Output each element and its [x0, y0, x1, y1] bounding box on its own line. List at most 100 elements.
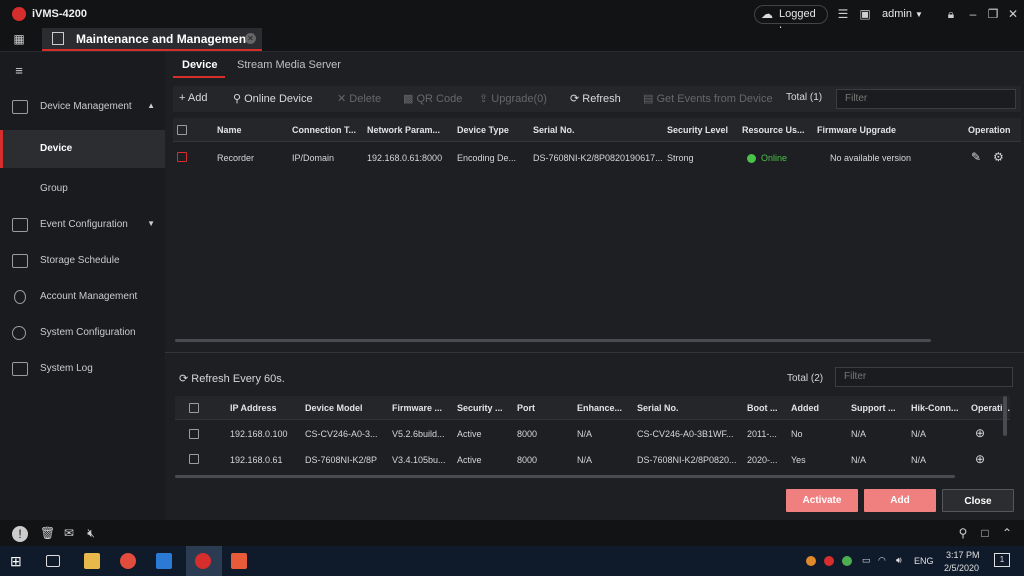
- device-table-scrollbar[interactable]: [175, 339, 931, 342]
- online-device-button[interactable]: ⚲ Online Device: [233, 92, 313, 105]
- pin-icon[interactable]: ⚲: [956, 526, 970, 540]
- edit-icon[interactable]: ✎: [971, 150, 981, 164]
- col-firmware[interactable]: Firmware ...: [392, 403, 442, 413]
- alert-icon[interactable]: !: [12, 526, 28, 542]
- online-table-scrollbar[interactable]: [175, 475, 955, 478]
- activate-button[interactable]: Activate: [786, 489, 858, 512]
- file-explorer-icon[interactable]: [84, 553, 100, 569]
- globe-icon[interactable]: ⊕: [975, 426, 985, 440]
- col-hik[interactable]: Hik-Conn...: [911, 403, 959, 413]
- chevron-up-icon[interactable]: ⌃: [1000, 526, 1014, 540]
- window-icon[interactable]: □: [978, 526, 992, 540]
- sidebar-item-account-management[interactable]: Account Management: [0, 282, 165, 312]
- windows-start-icon[interactable]: ⊞: [10, 553, 26, 569]
- user-menu[interactable]: admin ▼: [882, 8, 923, 20]
- cell-network: 192.168.0.61:8000: [367, 153, 443, 163]
- col-network[interactable]: Network Param...: [367, 125, 440, 135]
- col-device-type[interactable]: Device Type: [457, 125, 509, 135]
- col-resource[interactable]: Resource Us...: [742, 125, 805, 135]
- table-row[interactable]: 192.168.0.100 CS-CV246-A0-3... V5.2.6bui…: [175, 422, 1010, 446]
- auto-refresh-toggle[interactable]: ⟳ Refresh Every 60s.: [179, 372, 285, 385]
- list-icon[interactable]: ☰: [836, 7, 850, 21]
- sidebar-item-group[interactable]: Group: [0, 170, 165, 208]
- cell-firmware: V5.2.6build...: [392, 429, 445, 439]
- globe-icon[interactable]: ⊕: [975, 452, 985, 466]
- tray-app-icon[interactable]: [824, 556, 834, 566]
- volume-icon[interactable]: 🔊︎: [896, 555, 902, 566]
- gear-icon: [12, 326, 26, 340]
- restore-icon[interactable]: ❐: [986, 7, 1000, 21]
- col-boot[interactable]: Boot ...: [747, 403, 778, 413]
- logged-in-button[interactable]: ☁ Logged In: [754, 5, 828, 37]
- language-indicator[interactable]: ENG: [914, 556, 934, 566]
- upgrade-button[interactable]: ⇪ Upgrade(0): [479, 92, 547, 105]
- mail-icon[interactable]: ✉: [62, 526, 76, 540]
- windows-taskbar: ⊞ ▭ ◠ 🔊︎ ENG 3:17 PM 2/5/2020 1: [0, 546, 1024, 576]
- sidebar-item-event-configuration[interactable]: Event Configuration ▼: [0, 210, 165, 240]
- col-port[interactable]: Port: [517, 403, 535, 413]
- chrome-icon[interactable]: [120, 553, 136, 569]
- clock-date[interactable]: 2/5/2020: [944, 563, 979, 573]
- select-all-checkbox[interactable]: [177, 125, 187, 135]
- hamburger-icon[interactable]: ≡: [12, 64, 26, 78]
- ivms-taskbar-icon[interactable]: [195, 553, 211, 569]
- qr-code-button[interactable]: ▩ QR Code: [403, 92, 462, 105]
- add-device-button[interactable]: Add: [864, 489, 936, 512]
- device-filter-input[interactable]: Filter: [836, 89, 1016, 109]
- tray-app-icon[interactable]: [842, 556, 852, 566]
- close-icon[interactable]: ✕: [1006, 7, 1020, 21]
- tray-app-icon[interactable]: [806, 556, 816, 566]
- image-icon[interactable]: ▣: [858, 7, 872, 21]
- tab-stream-media-server[interactable]: Stream Media Server: [237, 59, 341, 71]
- cell-connection: IP/Domain: [292, 153, 335, 163]
- tab-close-icon[interactable]: ✕: [245, 33, 256, 44]
- mute-icon[interactable]: 🔇︎: [84, 526, 98, 540]
- lock-icon[interactable]: 🔒︎: [944, 7, 958, 21]
- task-view-icon[interactable]: [46, 555, 60, 567]
- col-serial[interactable]: Serial No.: [533, 125, 575, 135]
- row-checkbox[interactable]: [189, 454, 199, 464]
- clock-time[interactable]: 3:17 PM: [946, 550, 980, 560]
- camtasia-icon[interactable]: [231, 553, 247, 569]
- col-support[interactable]: Support ...: [851, 403, 896, 413]
- online-filter-input[interactable]: Filter: [835, 367, 1013, 387]
- close-button[interactable]: Close: [942, 489, 1014, 512]
- sidebar-item-system-log[interactable]: System Log: [0, 354, 165, 384]
- add-button[interactable]: + Add: [179, 92, 207, 104]
- select-all-online-checkbox[interactable]: [189, 403, 199, 413]
- sidebar-item-system-configuration[interactable]: System Configuration: [0, 318, 165, 348]
- col-firmware[interactable]: Firmware Upgrade: [817, 125, 896, 135]
- battery-icon[interactable]: ▭: [862, 555, 871, 566]
- col-security[interactable]: Security ...: [457, 403, 503, 413]
- col-added[interactable]: Added: [791, 403, 819, 413]
- sidebar-item-device[interactable]: Device: [0, 130, 165, 168]
- col-connection[interactable]: Connection T...: [292, 125, 356, 135]
- sidebar-item-storage-schedule[interactable]: Storage Schedule: [0, 246, 165, 276]
- network-icon[interactable]: ◠: [878, 555, 886, 566]
- tab-device[interactable]: Device: [182, 59, 217, 71]
- col-serial[interactable]: Serial No.: [637, 403, 679, 413]
- notification-icon[interactable]: 1: [994, 553, 1010, 567]
- refresh-label: Refresh: [582, 93, 621, 105]
- col-enhance[interactable]: Enhance...: [577, 403, 622, 413]
- get-events-button[interactable]: ▤ Get Events from Device: [643, 92, 773, 105]
- online-table-vscrollbar[interactable]: [1003, 396, 1007, 436]
- settings-icon[interactable]: ⚙: [993, 150, 1004, 164]
- table-row[interactable]: 192.168.0.61 DS-7608NI-K2/8P V3.4.105bu.…: [175, 448, 1010, 472]
- delete-button[interactable]: ✕ Delete: [337, 92, 381, 105]
- table-row[interactable]: Recorder IP/Domain 192.168.0.61:8000 Enc…: [173, 146, 1021, 170]
- row-checkbox[interactable]: [177, 152, 187, 162]
- col-model[interactable]: Device Model: [305, 403, 363, 413]
- grid-menu-icon[interactable]: ▦: [12, 32, 26, 46]
- tab-maintenance[interactable]: Maintenance and Management ✕: [42, 28, 262, 51]
- minimize-icon[interactable]: –: [966, 7, 980, 21]
- outlook-icon[interactable]: [156, 553, 172, 569]
- chevron-down-icon: ▼: [915, 10, 923, 19]
- col-name[interactable]: Name: [217, 125, 242, 135]
- col-ip[interactable]: IP Address: [230, 403, 277, 413]
- sidebar-item-device-management[interactable]: Device Management ▲: [0, 92, 165, 122]
- row-checkbox[interactable]: [189, 429, 199, 439]
- col-security[interactable]: Security Level: [667, 125, 728, 135]
- refresh-button[interactable]: ⟳ Refresh: [570, 92, 621, 105]
- trash-icon[interactable]: 🗑︎: [40, 526, 55, 540]
